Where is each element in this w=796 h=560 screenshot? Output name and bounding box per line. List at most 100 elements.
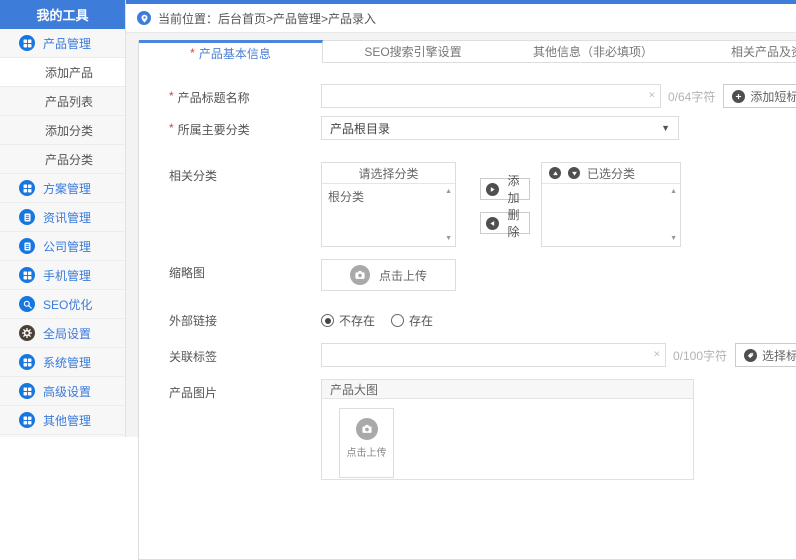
- select-tags-button[interactable]: 选择标签: [735, 343, 796, 367]
- sidebar-item-label: SEO优化: [43, 297, 93, 312]
- required-asterisk: *: [190, 46, 195, 60]
- field-row-thumbnail: 缩略图 点击上传: [169, 259, 796, 291]
- add-short-title-button[interactable]: 添加短标题: [723, 84, 796, 108]
- related-category-label: 相关分类: [169, 169, 218, 183]
- sidebar-item-mobile-management[interactable]: 手机管理: [0, 261, 125, 290]
- sidebar-item-other-management[interactable]: 其他管理: [0, 406, 125, 435]
- tag-icon: [744, 348, 758, 362]
- sidebar-item-add-category[interactable]: 添加分类: [0, 116, 125, 145]
- tab-related-products[interactable]: 相关产品及资讯: [683, 40, 796, 63]
- selected-categories-list[interactable]: ▲ ▼: [542, 184, 680, 246]
- required-asterisk: *: [169, 89, 174, 103]
- scroll-down-icon[interactable]: ▼: [445, 235, 452, 242]
- document-icon: [19, 238, 35, 254]
- tab-label: 产品基本信息: [198, 46, 271, 61]
- camera-upload-icon: [349, 265, 370, 285]
- sidebar-item-label: 产品管理: [43, 36, 92, 51]
- arrow-left-icon: [486, 216, 499, 230]
- tab-label: 相关产品及资讯: [730, 45, 796, 59]
- field-row-product-title: * 产品标题名称 × 0/64字符 添加短标题: [169, 84, 796, 108]
- scroll-down-icon[interactable]: ▼: [670, 235, 677, 242]
- move-down-icon[interactable]: [568, 167, 580, 179]
- thumbnail-upload-button[interactable]: 点击上传: [321, 259, 456, 291]
- tags-input[interactable]: [321, 343, 666, 367]
- breadcrumb-text: 当前位置：后台首页>产品管理>产品录入: [158, 11, 377, 26]
- product-images-panel-body: 点击上传: [322, 399, 693, 479]
- selected-categories-listbox: 已选分类 ▲ ▼: [541, 162, 681, 247]
- scroll-up-icon[interactable]: ▲: [445, 188, 452, 195]
- grid-icon: [19, 412, 35, 428]
- title-char-counter: 0/64字符: [668, 89, 716, 104]
- tab-bar: * 产品基本信息 SEO搜索引擎设置 其他信息（非必填项） 相关产品及资讯: [139, 40, 796, 63]
- sidebar-item-label: 方案管理: [43, 181, 92, 196]
- location-pin-icon: [137, 11, 151, 25]
- radio-unselected-icon: [391, 314, 405, 327]
- sidebar-item-company-management[interactable]: 公司管理: [0, 232, 125, 261]
- main-category-select[interactable]: 产品根目录 ▼: [321, 116, 679, 140]
- thumbnail-label: 缩略图: [169, 266, 206, 280]
- sidebar-item-product-management[interactable]: 产品管理: [0, 29, 125, 58]
- product-images-panel-header: 产品大图: [322, 380, 693, 399]
- radio-exist[interactable]: 存在: [391, 312, 433, 329]
- tab-other-info[interactable]: 其他信息（非必填项）: [503, 40, 683, 63]
- sidebar-item-label: 资讯管理: [43, 210, 92, 225]
- product-title-input[interactable]: [321, 84, 661, 108]
- available-categories-listbox: 请选择分类 根分类 ▲ ▼: [321, 162, 456, 247]
- field-row-external-link: 外部链接 不存在 存在: [169, 307, 796, 329]
- radio-selected-icon: [321, 314, 334, 327]
- external-link-options: 不存在 存在: [321, 307, 433, 329]
- sidebar-item-system-management[interactable]: 系统管理: [0, 348, 125, 377]
- field-row-related-category: 相关分类 请选择分类 根分类 ▲ ▼ 添加 删除 已选分类 ▲ ▼: [169, 162, 796, 247]
- sidebar-item-product-list[interactable]: 产品列表: [0, 87, 125, 116]
- main-category-label: * 所属主要分类: [169, 121, 250, 137]
- arrow-right-icon: [486, 182, 499, 196]
- sidebar-item-label: 公司管理: [43, 239, 92, 254]
- product-title-label: * 产品标题名称: [169, 89, 250, 105]
- sidebar-item-seo[interactable]: SEO优化: [0, 290, 125, 319]
- product-images-label: 产品图片: [169, 386, 218, 400]
- sidebar-item-news-management[interactable]: 资讯管理: [0, 203, 125, 232]
- chevron-down-icon: ▼: [661, 123, 670, 133]
- clear-icon[interactable]: ×: [649, 90, 655, 102]
- list-item[interactable]: 根分类: [328, 188, 439, 205]
- sidebar-item-label: 产品列表: [45, 94, 94, 109]
- field-row-main-category: * 所属主要分类 产品根目录 ▼: [169, 116, 796, 140]
- radio-not-exist[interactable]: 不存在: [321, 312, 375, 329]
- sidebar-item-product-category[interactable]: 产品分类: [0, 145, 125, 174]
- product-image-upload-tile[interactable]: 点击上传: [339, 408, 394, 478]
- selected-option: 产品根目录: [330, 121, 391, 136]
- sidebar-title: 我的工具: [0, 0, 125, 29]
- available-categories-header: 请选择分类: [322, 163, 455, 184]
- sidebar-item-advanced-settings[interactable]: 高级设置: [0, 377, 125, 406]
- tab-seo-settings[interactable]: SEO搜索引擎设置: [323, 40, 503, 63]
- selected-categories-header: 已选分类: [542, 163, 680, 184]
- content-area: * 产品基本信息 SEO搜索引擎设置 其他信息（非必填项） 相关产品及资讯 * …: [126, 33, 796, 560]
- scroll-up-icon[interactable]: ▲: [670, 188, 677, 195]
- grid-icon: [19, 383, 35, 399]
- breadcrumb: 当前位置：后台首页>产品管理>产品录入: [126, 4, 796, 33]
- tags-label: 关联标签: [169, 350, 218, 364]
- sidebar-item-add-product[interactable]: 添加产品: [0, 58, 125, 87]
- move-up-icon[interactable]: [549, 167, 561, 179]
- transfer-buttons: 添加 删除: [480, 174, 530, 239]
- add-category-button[interactable]: 添加: [480, 174, 530, 205]
- field-row-product-images: 产品图片 产品大图 点击上传: [169, 379, 796, 480]
- tab-basic-info[interactable]: * 产品基本信息: [139, 40, 323, 63]
- sidebar-item-label: 产品分类: [45, 152, 94, 167]
- reorder-buttons: [549, 167, 580, 179]
- clear-icon[interactable]: ×: [654, 349, 660, 361]
- form-body: * 产品标题名称 × 0/64字符 添加短标题: [139, 63, 796, 480]
- sidebar-item-label: 系统管理: [43, 355, 92, 370]
- external-link-label: 外部链接: [169, 314, 218, 328]
- sidebar-item-label: 高级设置: [43, 384, 92, 399]
- tab-label: SEO搜索引擎设置: [364, 45, 462, 59]
- grid-icon: [19, 354, 35, 370]
- sidebar-item-global-settings[interactable]: 全局设置: [0, 319, 125, 348]
- gear-icon: [19, 325, 35, 341]
- sidebar-item-solution-management[interactable]: 方案管理: [0, 174, 125, 203]
- sidebar-item-label: 全局设置: [43, 326, 92, 341]
- grid-icon: [19, 180, 35, 196]
- remove-category-button[interactable]: 删除: [480, 208, 530, 239]
- sidebar-item-label: 添加产品: [45, 65, 94, 80]
- available-categories-list[interactable]: 根分类 ▲ ▼: [322, 184, 455, 246]
